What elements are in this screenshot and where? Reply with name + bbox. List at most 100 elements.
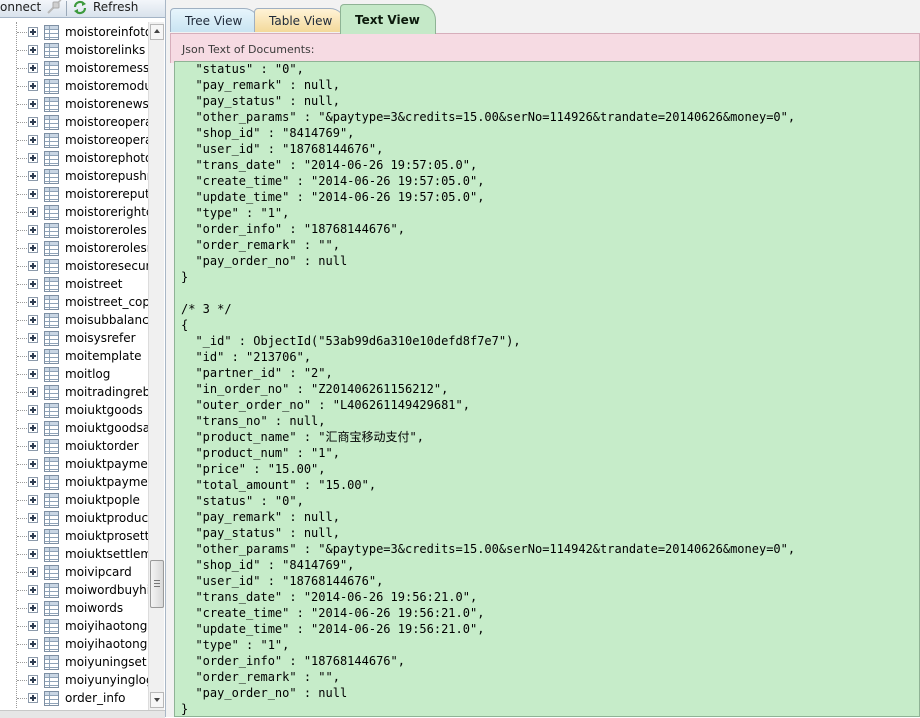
tree-item[interactable]: order_info xyxy=(0,689,148,707)
expand-icon[interactable] xyxy=(28,495,38,505)
tab-tree-view[interactable]: Tree View xyxy=(170,8,260,32)
expand-icon[interactable] xyxy=(28,567,38,577)
tree-item[interactable]: moistoreoperat xyxy=(0,131,148,149)
tab-table-view[interactable]: Table View xyxy=(254,8,346,32)
expand-icon[interactable] xyxy=(28,369,38,379)
expand-icon[interactable] xyxy=(28,405,38,415)
tree-item-label: moiyuningset xyxy=(65,655,147,669)
expand-icon[interactable] xyxy=(28,621,38,631)
tree-item-label: moiuktprosettle xyxy=(65,529,148,543)
tree-item[interactable]: moisubbalance xyxy=(0,311,148,329)
tree-item[interactable]: moistorereputa xyxy=(0,185,148,203)
expand-icon[interactable] xyxy=(28,171,38,181)
expand-icon[interactable] xyxy=(28,315,38,325)
tree-item[interactable]: moiuktproduct xyxy=(0,509,148,527)
tree-item[interactable]: moiuktprosettle xyxy=(0,527,148,545)
tab-text-view[interactable]: Text View xyxy=(340,4,436,34)
json-text-area[interactable]: "status" : "0", "pay_remark" : null, "pa… xyxy=(174,61,920,717)
tree-item[interactable]: moitemplate xyxy=(0,347,148,365)
tree-item[interactable]: moistorerolesrig xyxy=(0,239,148,257)
tree-item[interactable]: moiwords xyxy=(0,599,148,617)
expand-icon[interactable] xyxy=(28,189,38,199)
tree-item[interactable]: moiuktorder xyxy=(0,437,148,455)
expand-icon[interactable] xyxy=(28,279,38,289)
expand-icon[interactable] xyxy=(28,693,38,703)
tree-item[interactable]: moistorenews xyxy=(0,95,148,113)
tree-item[interactable]: moistorerightco xyxy=(0,203,148,221)
tree-item[interactable]: moiuktsettleme xyxy=(0,545,148,563)
tree-item[interactable]: moiwordbuyhis xyxy=(0,581,148,599)
tree-item[interactable]: moiyihaotong xyxy=(0,617,148,635)
tree-item-label: moiuktorder xyxy=(65,439,139,453)
tree-item[interactable]: moistoresecurit xyxy=(0,257,148,275)
expand-icon[interactable] xyxy=(28,639,38,649)
tree-item[interactable]: moivipcard xyxy=(0,563,148,581)
tree-item[interactable]: moiuktgoodsat xyxy=(0,419,148,437)
expand-icon[interactable] xyxy=(28,81,38,91)
tree-item[interactable]: moistorephoto xyxy=(0,149,148,167)
expand-icon[interactable] xyxy=(28,387,38,397)
expand-icon[interactable] xyxy=(28,585,38,595)
tree-item[interactable]: moistreet xyxy=(0,275,148,293)
tree-item-label: moistorephoto xyxy=(65,151,148,165)
expand-icon[interactable] xyxy=(28,513,38,523)
tree-item-label: moiuktpaymen xyxy=(65,475,148,489)
expand-icon[interactable] xyxy=(28,351,38,361)
tree-item[interactable]: moiuktpaymen xyxy=(0,473,148,491)
tree-item[interactable]: moiuktpaymen xyxy=(0,455,148,473)
tree-item-label: moistorerolesrig xyxy=(65,241,148,255)
connect-button[interactable]: onnect xyxy=(0,0,41,17)
tree-item[interactable]: moistoreinfotow xyxy=(0,23,148,41)
tree-connector xyxy=(17,428,27,429)
json-line: "pay_order_no" : null xyxy=(181,254,348,268)
tree-item[interactable]: moistoremodul xyxy=(0,77,148,95)
expand-icon[interactable] xyxy=(28,459,38,469)
expand-icon[interactable] xyxy=(28,675,38,685)
tree-item[interactable]: moistoreoperat xyxy=(0,113,148,131)
tree-item[interactable]: moiuktpople xyxy=(0,491,148,509)
expand-icon[interactable] xyxy=(28,63,38,73)
expand-icon[interactable] xyxy=(28,297,38,307)
tree-item[interactable]: moiyuningset xyxy=(0,653,148,671)
expand-icon[interactable] xyxy=(28,135,38,145)
expand-icon[interactable] xyxy=(28,261,38,271)
expand-icon[interactable] xyxy=(28,477,38,487)
expand-icon[interactable] xyxy=(28,441,38,451)
expand-icon[interactable] xyxy=(28,423,38,433)
expand-icon[interactable] xyxy=(28,27,38,37)
scroll-down-button[interactable] xyxy=(150,692,164,708)
tree-item[interactable]: moisysrefer xyxy=(0,329,148,347)
scroll-thumb[interactable] xyxy=(150,560,164,608)
expand-icon[interactable] xyxy=(28,243,38,253)
scroll-up-button[interactable] xyxy=(150,24,164,40)
expand-icon[interactable] xyxy=(28,549,38,559)
expand-icon[interactable] xyxy=(28,207,38,217)
json-line: "shop_id" : "8414769", xyxy=(181,126,355,140)
expand-icon[interactable] xyxy=(28,657,38,667)
expand-icon[interactable] xyxy=(28,99,38,109)
tree-item[interactable]: moistorepushn xyxy=(0,167,148,185)
tree-item[interactable]: moitlog xyxy=(0,365,148,383)
expand-icon[interactable] xyxy=(28,117,38,127)
tree-item[interactable]: moiuktgoods xyxy=(0,401,148,419)
tree-item[interactable]: moiyunyinglog xyxy=(0,671,148,689)
tree-item[interactable]: moistoreroles xyxy=(0,221,148,239)
json-line: "pay_remark" : null, xyxy=(181,78,340,92)
tree-item[interactable]: moistorelinks xyxy=(0,41,148,59)
disconnect-icon[interactable] xyxy=(45,0,63,15)
expand-icon[interactable] xyxy=(28,531,38,541)
tree-item[interactable]: moistoremessa xyxy=(0,59,148,77)
expand-icon[interactable] xyxy=(28,45,38,55)
collection-icon xyxy=(44,277,59,292)
tree-scrollbar[interactable] xyxy=(148,22,164,710)
expand-icon[interactable] xyxy=(28,225,38,235)
expand-icon[interactable] xyxy=(28,153,38,163)
collection-icon xyxy=(44,367,59,382)
tree-item-label: moiyihaotongre xyxy=(65,637,148,651)
tree-item[interactable]: moitradingreba xyxy=(0,383,148,401)
tree-item[interactable]: moiyihaotongre xyxy=(0,635,148,653)
collection-icon xyxy=(44,61,59,76)
expand-icon[interactable] xyxy=(28,603,38,613)
expand-icon[interactable] xyxy=(28,333,38,343)
tree-item[interactable]: moistreet_copy xyxy=(0,293,148,311)
